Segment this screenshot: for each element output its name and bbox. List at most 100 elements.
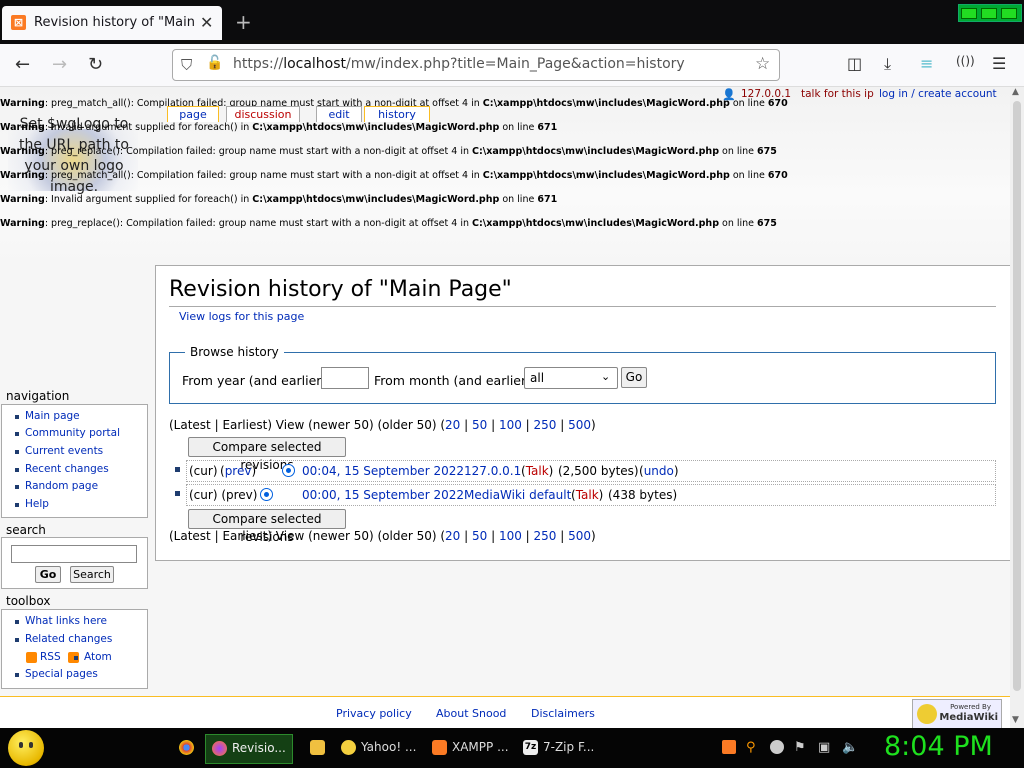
pager-bottom: (Latest | Earliest) View (newer 50) (old… xyxy=(169,529,596,543)
minimize-icon[interactable] xyxy=(961,8,977,19)
chrome-taskbar-icon[interactable] xyxy=(173,734,199,762)
volume-tray-icon[interactable]: 🔈 xyxy=(842,740,858,755)
from-year-label: From year (and earlier): xyxy=(182,373,331,388)
cur-label: (cur) xyxy=(189,464,218,478)
url-bar[interactable]: ⛉ 🔓 https://localhost/mw/index.php?title… xyxy=(172,49,780,81)
search-tray-icon[interactable]: ⚲ xyxy=(746,740,760,755)
content-area: Revision history of "Main Page" View log… xyxy=(155,265,1010,561)
new-tab-button[interactable]: + xyxy=(235,10,252,34)
taskbar-clock[interactable]: 8:04 PM xyxy=(884,731,993,762)
close-window-icon[interactable] xyxy=(1001,8,1017,19)
tab-discussion[interactable]: discussion xyxy=(226,106,300,122)
network-tray-icon[interactable]: ▣ xyxy=(818,740,832,755)
limit-500-link[interactable]: 500 xyxy=(568,418,591,432)
view-logs-link[interactable]: View logs for this page xyxy=(179,310,304,323)
sidebar-item-random-page[interactable]: Random page xyxy=(14,480,98,492)
taskbar-xampp[interactable]: XAMPP ... xyxy=(426,734,510,762)
scrollbar-thumb[interactable] xyxy=(1013,101,1021,691)
limit-50-link[interactable]: 50 xyxy=(472,529,487,543)
limit-500-link[interactable]: 500 xyxy=(568,529,591,543)
sidebar-item-current-events[interactable]: Current events xyxy=(14,445,103,457)
downloads-icon[interactable]: ⤓ xyxy=(884,54,891,74)
folder-icon xyxy=(310,740,325,755)
undo-link[interactable]: undo xyxy=(644,464,674,478)
bookmark-star-icon[interactable]: ☆ xyxy=(755,54,770,74)
sidebar-item-main-page[interactable]: Main page xyxy=(15,410,80,422)
taskbar-7zip[interactable]: 7z 7-Zip F... xyxy=(517,734,601,762)
tab-edit[interactable]: edit xyxy=(316,106,362,122)
taskbar-firefox[interactable]: Revisio... xyxy=(205,734,293,764)
limit-250-link[interactable]: 250 xyxy=(534,418,557,432)
window-controls[interactable] xyxy=(958,4,1022,22)
page-viewport: Set $wgLogo to the URL path to your own … xyxy=(0,87,1010,728)
xampp-icon xyxy=(432,740,447,755)
sidebar-item-recent-changes[interactable]: Recent changes xyxy=(15,463,109,475)
revision-radio-new[interactable] xyxy=(282,464,295,477)
limit-100-link[interactable]: 100 xyxy=(499,529,522,543)
rss-link[interactable]: RSS xyxy=(30,651,61,663)
browser-tab[interactable]: ⊠ Revision history of "Main Page" ✕ xyxy=(2,6,222,40)
user-link[interactable]: MediaWiki default xyxy=(464,488,571,502)
sidebar-item-community-portal[interactable]: Community portal xyxy=(15,427,120,439)
tab-page[interactable]: page xyxy=(167,106,219,122)
pocket-icon[interactable]: ◫ xyxy=(847,54,862,73)
tab-history[interactable]: history xyxy=(364,106,430,122)
lock-icon[interactable]: 🔓 xyxy=(206,55,223,71)
atom-link[interactable]: Atom xyxy=(74,651,112,663)
talk-link[interactable]: talk for this ip xyxy=(801,88,874,100)
tracking-shield-icon[interactable]: ⛉ xyxy=(181,56,192,74)
sidebar-item-what-links-here[interactable]: What links here xyxy=(15,615,107,627)
menu-icon[interactable]: ☰ xyxy=(992,54,1006,73)
reload-icon[interactable]: ↻ xyxy=(88,54,103,75)
compare-revisions-button-top[interactable]: Compare selected revisions xyxy=(188,437,346,472)
disclaimers-link[interactable]: Disclaimers xyxy=(531,707,595,720)
extension-icon[interactable]: (()) xyxy=(956,54,975,68)
user-link[interactable]: 127.0.0.1 xyxy=(464,464,521,478)
year-input[interactable] xyxy=(321,367,369,389)
compare-revisions-button-bottom[interactable]: Compare selected revisions xyxy=(188,509,346,544)
xampp-tray-icon[interactable] xyxy=(722,740,736,754)
limit-20-link[interactable]: 20 xyxy=(445,418,460,432)
taskbar: Revisio... Yahoo! ... XAMPP ... 7z 7-Zip… xyxy=(0,728,1024,768)
taskbar-yahoo[interactable]: Yahoo! ... xyxy=(335,734,419,762)
user-talk-link[interactable]: Talk xyxy=(526,464,549,478)
limit-20-link[interactable]: 20 xyxy=(445,529,460,543)
page-scrollbar[interactable]: ▲ ▼ xyxy=(1010,87,1024,728)
powered-by-mediawiki-badge[interactable]: Powered By MediaWiki xyxy=(912,699,1002,728)
extension-flag-icon[interactable]: ≡ xyxy=(920,54,933,73)
login-link[interactable]: log in / create account xyxy=(879,88,997,100)
user-talk-link[interactable]: Talk xyxy=(576,488,599,502)
limit-100-link[interactable]: 100 xyxy=(499,418,522,432)
revision-radio-old[interactable] xyxy=(260,488,273,501)
limit-50-link[interactable]: 50 xyxy=(472,418,487,432)
revision-date-link[interactable]: 00:04, 15 September 2022 xyxy=(302,464,464,478)
flag-tray-icon[interactable]: ⚑ xyxy=(794,740,808,755)
file-explorer-taskbar-icon[interactable] xyxy=(304,734,326,762)
search-input[interactable] xyxy=(11,545,137,563)
month-select[interactable]: all ⌄ xyxy=(524,367,618,389)
sidebar-item-related-changes[interactable]: Related changes xyxy=(14,633,112,645)
back-arrow-icon[interactable]: ← xyxy=(15,54,30,75)
close-tab-icon[interactable]: ✕ xyxy=(200,13,213,32)
search-button[interactable]: Search xyxy=(70,566,114,583)
maximize-icon[interactable] xyxy=(981,8,997,19)
revision-date-link[interactable]: 00:00, 15 September 2022 xyxy=(302,488,464,502)
sidebar-item-help[interactable]: Help xyxy=(15,498,49,510)
messenger-tray-icon[interactable] xyxy=(770,740,784,754)
user-ip-link[interactable]: 127.0.0.1 xyxy=(741,88,791,100)
forward-arrow-icon[interactable]: → xyxy=(52,54,67,75)
start-button-smiley-icon[interactable] xyxy=(8,730,44,766)
scroll-down-icon[interactable]: ▼ xyxy=(1012,715,1019,725)
browse-go-button[interactable]: Go xyxy=(621,367,647,388)
url-text[interactable]: https://localhost/mw/index.php?title=Mai… xyxy=(233,56,685,72)
privacy-policy-link[interactable]: Privacy policy xyxy=(336,707,412,720)
warning-line: Warning: preg_match_all(): Compilation f… xyxy=(0,170,788,181)
prev-link[interactable]: prev xyxy=(225,464,252,478)
sidebar-item-special-pages[interactable]: Special pages xyxy=(15,668,98,680)
search-heading: search xyxy=(6,523,46,537)
navigation-heading: navigation xyxy=(6,389,70,403)
limit-250-link[interactable]: 250 xyxy=(534,529,557,543)
search-go-button[interactable]: Go xyxy=(35,566,61,583)
scroll-up-icon[interactable]: ▲ xyxy=(1012,87,1019,97)
about-link[interactable]: About Snood xyxy=(436,707,506,720)
